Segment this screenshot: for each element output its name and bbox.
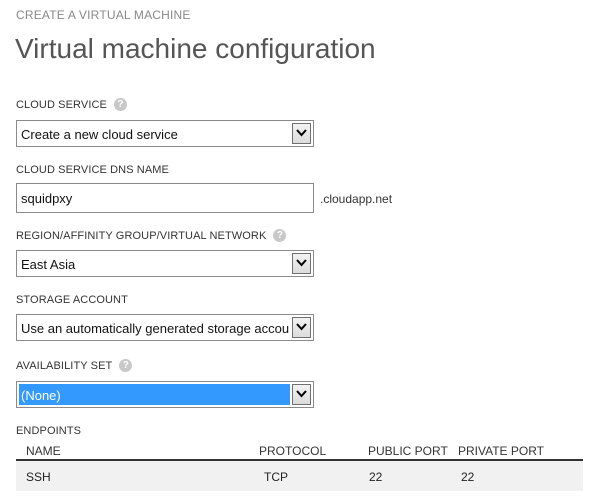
endpoint-protocol: TCP — [264, 470, 288, 484]
help-icon[interactable]: ? — [273, 229, 287, 242]
endpoints-label: ENDPOINTS — [16, 425, 81, 437]
column-header-public-port[interactable]: PUBLIC PORT — [368, 444, 448, 458]
storage-label: STORAGE ACCOUNT — [16, 294, 128, 306]
chevron-down-icon[interactable] — [292, 317, 311, 338]
page-title: Virtual machine configuration — [15, 33, 376, 64]
endpoint-public-port: 22 — [369, 470, 383, 484]
dns-name-input[interactable]: squidpxy — [16, 183, 314, 213]
region-value: East Asia — [21, 257, 76, 272]
chevron-down-icon[interactable] — [292, 123, 311, 144]
endpoint-private-port: 22 — [461, 470, 475, 484]
storage-label-text: STORAGE ACCOUNT — [16, 294, 128, 306]
cloud-service-select[interactable]: Create a new cloud service — [16, 120, 314, 147]
cloud-service-label: CLOUD SERVICE ? — [16, 98, 127, 111]
storage-value: Use an automatically generated storage a… — [21, 321, 289, 336]
column-header-private-port[interactable]: PRIVATE PORT — [458, 444, 544, 458]
help-icon[interactable]: ? — [119, 359, 133, 372]
availability-label: AVAILABILITY SET ? — [16, 359, 133, 372]
chevron-down-icon[interactable] — [292, 384, 311, 405]
wizard-step-title: CREATE A VIRTUAL MACHINE — [16, 8, 191, 22]
endpoints-table: NAME PROTOCOL PUBLIC PORT PRIVATE PORT S… — [16, 443, 583, 491]
chevron-down-icon[interactable] — [292, 253, 311, 274]
storage-select[interactable]: Use an automatically generated storage a… — [16, 314, 314, 341]
availability-value: (None) — [19, 384, 290, 405]
availability-label-text: AVAILABILITY SET — [16, 359, 113, 372]
dns-name-label-text: CLOUD SERVICE DNS NAME — [16, 164, 169, 176]
column-header-name[interactable]: NAME — [26, 444, 61, 458]
cloud-service-label-text: CLOUD SERVICE — [16, 98, 107, 111]
column-header-protocol[interactable]: PROTOCOL — [259, 444, 326, 458]
help-icon[interactable]: ? — [113, 98, 127, 111]
region-label: REGION/AFFINITY GROUP/VIRTUAL NETWORK ? — [16, 229, 287, 242]
availability-select[interactable]: (None) — [16, 381, 314, 408]
region-select[interactable]: East Asia — [16, 250, 314, 277]
endpoints-label-text: ENDPOINTS — [16, 425, 82, 437]
table-header: NAME PROTOCOL PUBLIC PORT PRIVATE PORT — [16, 443, 583, 459]
table-row[interactable]: SSH TCP 22 22 — [16, 459, 583, 491]
dns-suffix: .cloudapp.net — [320, 192, 393, 206]
region-label-text: REGION/AFFINITY GROUP/VIRTUAL NETWORK — [16, 229, 267, 242]
dns-name-label: CLOUD SERVICE DNS NAME — [16, 164, 169, 176]
cloud-service-value: Create a new cloud service — [21, 127, 178, 142]
endpoint-name: SSH — [26, 470, 51, 484]
